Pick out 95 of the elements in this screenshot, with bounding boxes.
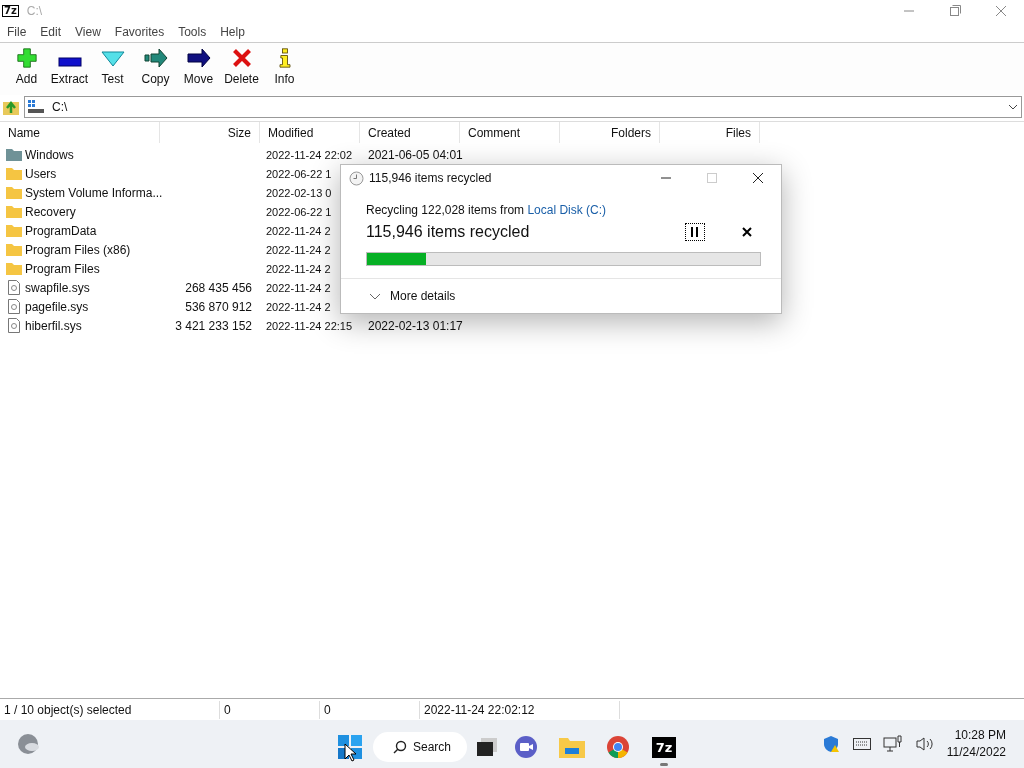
mouse-cursor-icon xyxy=(344,743,356,763)
folder-icon xyxy=(6,148,22,161)
table-cell: 2022-11-24 2 xyxy=(266,262,331,275)
status-text: 2022-11-24 22:02:12 xyxy=(420,700,620,719)
column-header[interactable]: Comment xyxy=(460,122,560,143)
weather-icon[interactable] xyxy=(17,732,41,756)
table-cell: 2022-02-13 0 xyxy=(266,186,332,199)
file-icon xyxy=(8,318,20,333)
menu-item[interactable]: Favorites xyxy=(114,23,165,41)
pause-button[interactable] xyxy=(685,223,705,241)
table-cell-text: 3 421 233 152 xyxy=(175,317,252,335)
table-cell-text: 536 870 912 xyxy=(185,298,252,316)
menu-item[interactable]: File xyxy=(7,23,27,41)
folder-icon xyxy=(6,224,22,237)
status-text: 1 / 10 object(s) selected xyxy=(0,700,220,719)
table-cell: 2022-02-13 01:17 xyxy=(368,318,463,333)
file-name[interactable]: Windows xyxy=(25,145,74,164)
window-title: C:\ xyxy=(26,3,43,20)
table-cell: 2022-06-22 1 xyxy=(266,167,332,180)
search-button[interactable]: Search xyxy=(373,732,467,762)
toolbar-button[interactable]: Copy xyxy=(134,48,177,88)
clock-time[interactable]: 10:28 PM xyxy=(954,727,1006,744)
toolbar-button[interactable]: Delete xyxy=(220,48,263,88)
status-text: 0 xyxy=(320,700,420,719)
search-icon xyxy=(393,740,407,754)
file-name[interactable]: Users xyxy=(25,164,57,183)
shield-icon[interactable] xyxy=(822,735,841,753)
folder-icon xyxy=(6,167,22,180)
chevron-down-icon[interactable] xyxy=(369,292,381,300)
dropdown-icon[interactable] xyxy=(1008,104,1018,110)
menu-item[interactable]: Help xyxy=(220,23,245,41)
table-cell: 2021-06-05 04:01 xyxy=(368,147,463,162)
file-icon xyxy=(8,299,20,314)
info-icon xyxy=(276,48,293,68)
file-name[interactable]: System Volume Informa... xyxy=(25,183,163,202)
plus-icon xyxy=(14,48,39,68)
pause-icon xyxy=(691,227,699,237)
folder-icon xyxy=(6,186,22,199)
table-cell: 2022-11-24 22:15 xyxy=(266,319,353,332)
file-name[interactable]: swapfile.sys xyxy=(25,278,90,297)
file-icon xyxy=(8,280,20,295)
progress-heading: 115,946 items recycled xyxy=(366,222,530,242)
file-name[interactable]: hiberfil.sys xyxy=(25,316,82,335)
more-details-button[interactable]: More details xyxy=(390,287,456,305)
column-header[interactable]: Created xyxy=(360,122,460,143)
folder-icon xyxy=(6,205,22,218)
network-icon[interactable] xyxy=(882,735,903,753)
table-cell: 2022-11-24 2 xyxy=(266,243,331,256)
toolbar-button[interactable]: Test xyxy=(91,48,134,88)
menu-item[interactable]: View xyxy=(75,23,101,41)
column-header[interactable]: Modified xyxy=(260,122,360,143)
file-name[interactable]: Recovery xyxy=(25,202,76,221)
dialog-message: Recycling 122,028 items from Local Disk (C:) xyxy=(366,202,608,219)
browser-icon[interactable] xyxy=(606,735,630,759)
table-cell: 2022-11-24 22:02 xyxy=(266,148,353,161)
clock-date[interactable]: 11/24/2022 xyxy=(946,744,1006,761)
folder-icon[interactable] xyxy=(559,736,585,758)
table-cell-text: 268 435 456 xyxy=(185,279,252,297)
arrow-icon xyxy=(143,48,168,68)
toolbar-button[interactable]: Info xyxy=(263,48,306,88)
column-header[interactable]: Folders xyxy=(560,122,660,143)
file-name[interactable]: Program Files xyxy=(25,259,100,278)
folder-icon xyxy=(6,262,22,275)
dialog-title: 115,946 items recycled xyxy=(369,170,492,187)
file-name[interactable]: Program Files (x86) xyxy=(25,240,131,259)
column-header[interactable]: Name xyxy=(0,122,160,143)
arrow-icon xyxy=(186,48,211,68)
folder-icon xyxy=(6,243,22,256)
app-logo[interactable]: 7z xyxy=(651,736,677,758)
file-name[interactable]: ProgramData xyxy=(25,221,97,240)
menu-item[interactable]: Tools xyxy=(178,23,207,41)
table-cell: 2022-11-24 2 xyxy=(266,281,331,294)
column-header[interactable]: Files xyxy=(660,122,760,143)
toolbar-button[interactable]: Extract xyxy=(48,48,91,88)
cancel-icon[interactable] xyxy=(742,227,752,237)
maximize-icon xyxy=(707,173,717,183)
toolbar-button[interactable]: Add xyxy=(5,48,48,88)
keyboard-icon[interactable] xyxy=(852,738,871,750)
table-cell: 2022-06-22 1 xyxy=(266,205,332,218)
menu-item[interactable]: Edit xyxy=(40,23,62,41)
task-view-icon[interactable] xyxy=(475,735,499,759)
location-link[interactable]: Local Disk (C:) xyxy=(527,203,607,217)
address-field[interactable]: C:\ xyxy=(24,96,1022,118)
file-name[interactable]: pagefile.sys xyxy=(25,297,89,316)
app-logo: 7z xyxy=(2,5,19,17)
minus-icon xyxy=(57,56,82,68)
toolbar-button[interactable]: Move xyxy=(177,48,220,88)
clock-icon xyxy=(349,170,364,186)
column-header[interactable]: Size xyxy=(160,122,260,143)
drive-icon xyxy=(28,100,44,114)
status-text: 0 xyxy=(220,700,320,719)
table-cell: 2022-11-24 2 xyxy=(266,224,331,237)
video-chat-icon[interactable] xyxy=(514,735,538,759)
table-cell: 2022-11-24 2 xyxy=(266,300,331,313)
volume-icon[interactable] xyxy=(914,736,935,752)
